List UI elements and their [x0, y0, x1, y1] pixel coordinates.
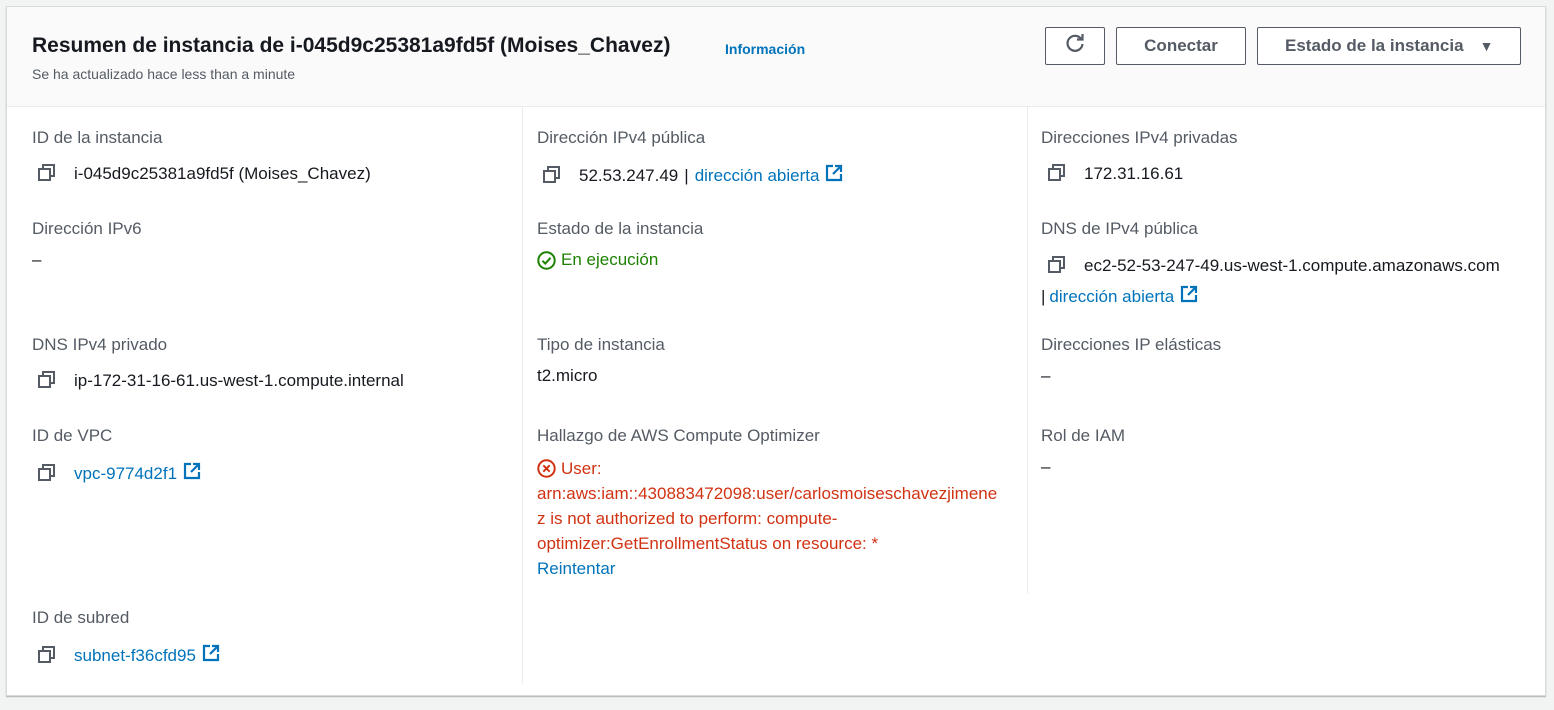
last-updated-text: Se ha actualizado hace less than a minut… — [32, 66, 296, 82]
field-private-ipv4: Direcciones IPv4 privadas — [1041, 128, 1238, 148]
refresh-button[interactable] — [1045, 27, 1105, 65]
connect-button[interactable]: Conectar — [1116, 27, 1246, 65]
field-label: ID de la instancia — [32, 128, 163, 147]
field-instance-type: Tipo de instancia — [537, 335, 665, 355]
summary-header: Resumen de instancia de i-045d9c25381a9f… — [7, 7, 1545, 107]
field-elastic-ip: Direcciones IP elásticas — [1041, 335, 1221, 355]
open-address-link[interactable]: dirección abierta — [1049, 287, 1174, 307]
field-label: Tipo de instancia — [537, 335, 665, 354]
copy-icon[interactable] — [38, 164, 60, 184]
private-ipv4-text: 172.31.16.61 — [1084, 164, 1184, 183]
field-public-ipv4: Dirección IPv4 pública — [537, 128, 705, 148]
error-line: User: — [537, 456, 1021, 481]
caret-down-icon: ▼ — [1479, 38, 1494, 54]
private-dns-text: ip-172-31-16-61.us-west-1.compute.intern… — [74, 371, 404, 390]
error-text-line: arn:aws:iam::430883472098:user/carlosmoi… — [537, 484, 998, 503]
field-label: Dirección IPv6 — [32, 219, 142, 238]
instance-id-text: i-045d9c25381a9fd5f (Moises_Chavez) — [74, 164, 371, 183]
instance-state-value: En ejecución — [537, 250, 658, 270]
info-link[interactable]: Información — [725, 41, 805, 57]
field-public-dns: DNS de IPv4 pública — [1041, 219, 1198, 239]
copy-icon[interactable] — [38, 645, 60, 666]
check-circle-icon — [537, 250, 556, 270]
error-text-line: User: — [561, 459, 602, 478]
field-label: Hallazgo de AWS Compute Optimizer — [537, 426, 820, 445]
copy-icon[interactable] — [38, 463, 60, 484]
error-circle-icon — [537, 459, 556, 478]
private-dns-value: ip-172-31-16-61.us-west-1.compute.intern… — [38, 371, 404, 391]
public-ipv4-value: 52.53.247.49 | dirección abierta — [543, 164, 843, 187]
field-label: DNS IPv4 privado — [32, 335, 168, 354]
separator: | — [1041, 286, 1046, 306]
public-ipv4-text: 52.53.247.49 — [579, 165, 679, 185]
error-text-line: z is not authorized to perform: compute- — [537, 509, 838, 528]
instance-state-dropdown[interactable]: Estado de la instancia ▼ — [1257, 27, 1521, 65]
field-vpc-id: ID de VPC — [32, 426, 112, 446]
iam-role-value: – — [1041, 457, 1051, 476]
instance-state-text: En ejecución — [561, 250, 659, 269]
field-label: Rol de IAM — [1041, 426, 1126, 445]
error-text-line: optimizer:GetEnrollmentStatus on resourc… — [537, 534, 879, 553]
field-private-dns: DNS IPv4 privado — [32, 335, 167, 355]
external-link-icon[interactable] — [1180, 285, 1198, 308]
public-dns-value: ec2-52-53-247-49.us-west-1.compute.amazo… — [1048, 256, 1500, 276]
copy-icon[interactable] — [1048, 164, 1070, 184]
subnet-id-link[interactable]: subnet-f36cfd95 — [74, 646, 196, 666]
external-link-icon[interactable] — [825, 164, 843, 187]
field-label: ID de subred — [32, 608, 130, 627]
copy-icon[interactable] — [543, 165, 565, 186]
field-label: Direcciones IP elásticas — [1041, 335, 1222, 354]
public-dns-link-row: | dirección abierta — [1041, 285, 1198, 308]
instance-summary-panel: Resumen de instancia de i-045d9c25381a9f… — [6, 6, 1546, 696]
field-ipv6: Dirección IPv6 — [32, 219, 142, 239]
copy-icon[interactable] — [38, 371, 60, 391]
optimizer-error: User: arn:aws:iam::430883472098:user/car… — [537, 456, 1021, 581]
page-title: Resumen de instancia de i-045d9c25381a9f… — [32, 34, 671, 57]
field-label: Direcciones IPv4 privadas — [1041, 128, 1238, 147]
column-divider — [1027, 107, 1028, 594]
ipv6-value: – — [32, 250, 42, 269]
field-label: ID de VPC — [32, 426, 113, 445]
field-compute-optimizer: Hallazgo de AWS Compute Optimizer — [537, 426, 820, 446]
external-link-icon[interactable] — [202, 644, 220, 667]
field-subnet-id: ID de subred — [32, 608, 129, 628]
field-label: Dirección IPv4 pública — [537, 128, 706, 147]
field-label: Estado de la instancia — [537, 219, 704, 238]
elastic-ip-value: – — [1041, 366, 1051, 385]
private-ipv4-value: 172.31.16.61 — [1048, 164, 1183, 184]
subnet-id-value: subnet-f36cfd95 — [38, 644, 220, 667]
field-instance-state: Estado de la instancia — [537, 219, 703, 239]
separator: | — [684, 165, 689, 185]
instance-state-dropdown-label: Estado de la instancia — [1285, 36, 1464, 55]
external-link-icon[interactable] — [183, 462, 201, 485]
field-instance-id: ID de la instancia — [32, 128, 162, 148]
field-iam-role: Rol de IAM — [1041, 426, 1125, 446]
open-address-link[interactable]: dirección abierta — [695, 166, 820, 186]
instance-type-value: t2.micro — [537, 366, 598, 385]
refresh-icon — [1064, 33, 1086, 60]
instance-id-value: i-045d9c25381a9fd5f (Moises_Chavez) — [38, 164, 371, 184]
public-dns-text: ec2-52-53-247-49.us-west-1.compute.amazo… — [1084, 256, 1500, 275]
column-divider — [522, 107, 523, 684]
retry-link[interactable]: Reintentar — [537, 556, 1021, 581]
copy-icon[interactable] — [1048, 256, 1070, 276]
field-label: DNS de IPv4 pública — [1041, 219, 1198, 238]
vpc-id-link[interactable]: vpc-9774d2f1 — [74, 464, 177, 484]
vpc-id-value: vpc-9774d2f1 — [38, 462, 201, 485]
